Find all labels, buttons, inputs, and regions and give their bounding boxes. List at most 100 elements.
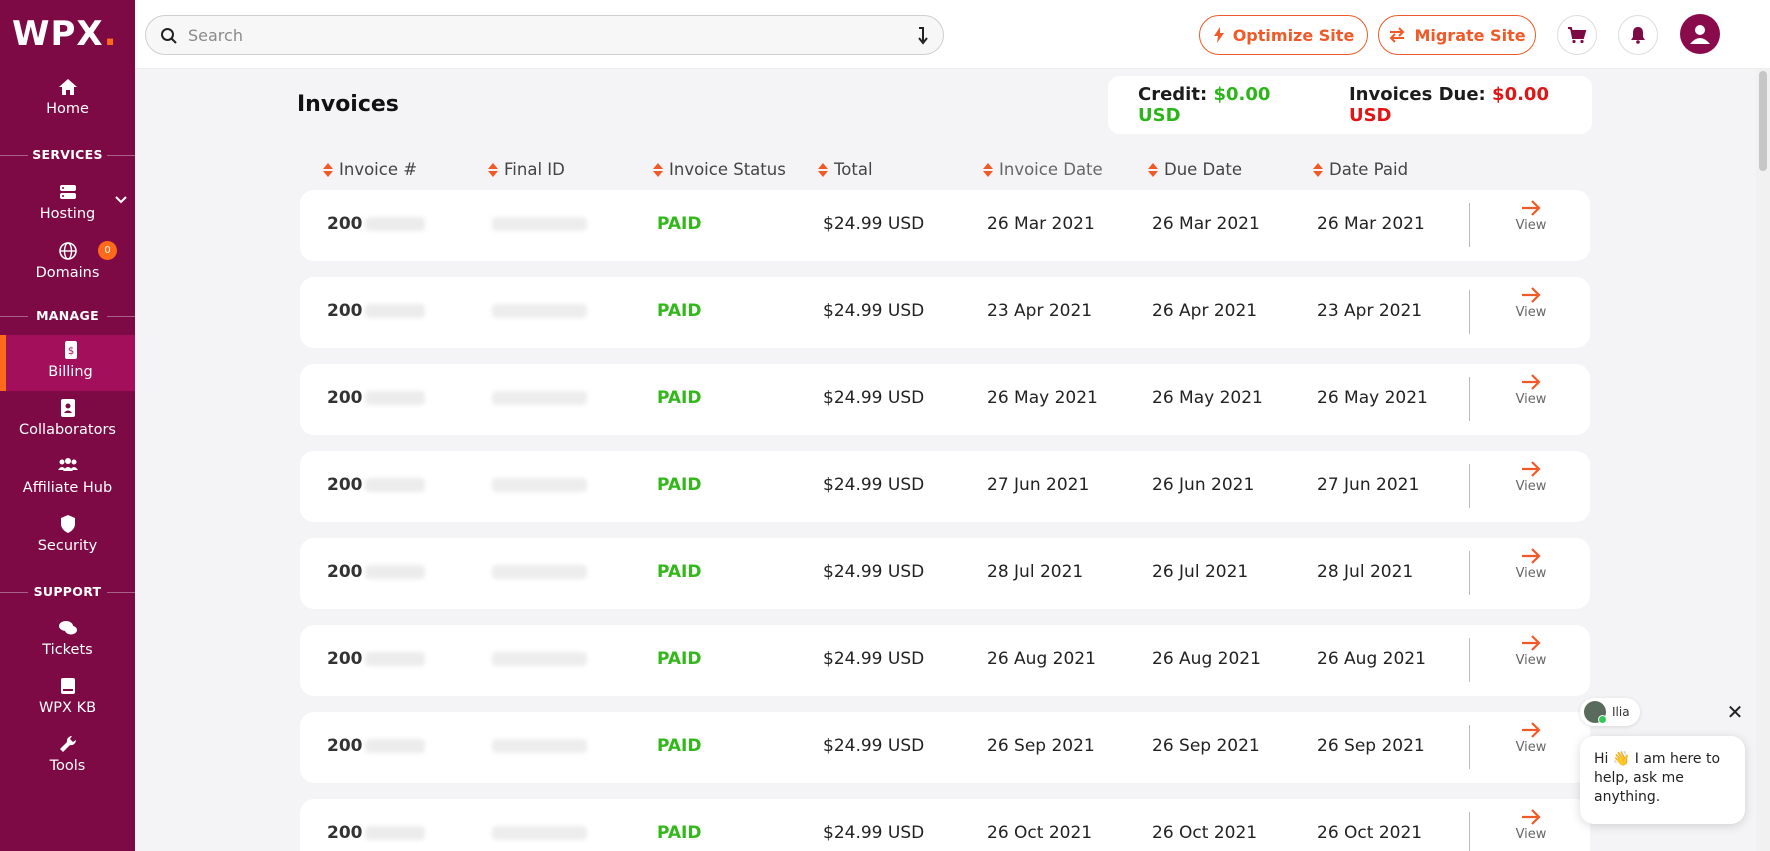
invoice-date-cell: 26 Sep 2021 [987, 736, 1095, 756]
final-id [492, 301, 587, 321]
column-header-invoice-date[interactable]: Invoice Date [983, 160, 1103, 179]
date-paid-cell: 26 Mar 2021 [1317, 214, 1425, 234]
column-header-final-id[interactable]: Final ID [488, 160, 565, 179]
swap-arrows-icon [1390, 27, 1405, 43]
divider [1469, 812, 1470, 851]
chat-message-bubble[interactable]: Hi 👋 I am here to help, ask me anything. [1580, 736, 1745, 824]
column-header-invoice-number[interactable]: Invoice # [323, 160, 417, 179]
column-header-date-paid[interactable]: Date Paid [1313, 160, 1408, 179]
status-badge: PAID [657, 649, 702, 669]
sidebar-item-label: Tools [49, 758, 86, 774]
view-invoice-button[interactable]: View [1509, 809, 1553, 842]
close-icon[interactable]: ✕ [1723, 700, 1747, 724]
sidebar-item-billing[interactable]: $ Billing [0, 335, 135, 391]
view-invoice-button[interactable]: View [1509, 635, 1553, 668]
column-header-invoice-status[interactable]: Invoice Status [653, 160, 786, 179]
cart-button[interactable] [1557, 15, 1597, 55]
sidebar-item-affiliate-hub[interactable]: Affiliate Hub [0, 456, 135, 496]
agent-name: Ilia [1612, 705, 1630, 719]
chat-bubbles-icon [58, 621, 77, 635]
sort-icon [983, 162, 993, 177]
server-icon [59, 185, 76, 199]
view-invoice-button[interactable]: View [1509, 461, 1553, 494]
sort-icon [818, 162, 828, 177]
arrow-right-icon [1522, 809, 1541, 825]
section-services: SERVICES [0, 147, 135, 162]
wrench-icon [59, 735, 76, 752]
date-paid-cell: 26 Aug 2021 [1317, 649, 1426, 669]
home-icon [58, 79, 77, 95]
total-cell: $24.99 USD [823, 736, 925, 756]
sidebar-item-tickets[interactable]: Tickets [0, 618, 135, 658]
optimize-site-button[interactable]: Optimize Site [1199, 15, 1368, 55]
total-cell: $24.99 USD [823, 214, 925, 234]
invoice-date-cell: 23 Apr 2021 [987, 301, 1093, 321]
final-id [492, 823, 587, 843]
invoice-date-cell: 26 Mar 2021 [987, 214, 1095, 234]
sidebar-item-label: WPX KB [38, 700, 97, 716]
view-invoice-button[interactable]: View [1509, 287, 1553, 320]
sidebar-item-security[interactable]: Security [0, 514, 135, 554]
invoices-due-label: Invoices Due: [1348, 84, 1486, 105]
final-id [492, 562, 587, 582]
divider [1469, 377, 1470, 421]
sidebar-item-wpx-kb[interactable]: WPX KB [0, 676, 135, 716]
user-icon [1690, 25, 1710, 44]
sidebar-item-hosting[interactable]: Hosting [0, 182, 135, 222]
sidebar-item-domains[interactable]: Domains 0 [0, 241, 135, 281]
sort-icon [1148, 162, 1158, 177]
sidebar-item-label: Home [46, 101, 89, 117]
date-paid-cell: 26 Oct 2021 [1317, 823, 1423, 843]
status-badge: PAID [657, 823, 702, 843]
sidebar-item-collaborators[interactable]: Collaborators [0, 398, 135, 438]
final-id [492, 736, 587, 756]
view-invoice-button[interactable]: View [1509, 200, 1553, 233]
sidebar-item-tools[interactable]: Tools [0, 734, 135, 774]
view-invoice-button[interactable]: View [1509, 722, 1553, 755]
migrate-site-button[interactable]: Migrate Site [1378, 15, 1536, 55]
final-id [492, 649, 587, 669]
scrollbar[interactable] [1756, 69, 1770, 851]
invoice-date-cell: 27 Jun 2021 [987, 475, 1090, 495]
column-header-due-date[interactable]: Due Date [1148, 160, 1242, 179]
table-row: 200 PAID $24.99 USD 28 Jul 2021 26 Jul 2… [300, 538, 1590, 609]
divider [1469, 551, 1470, 595]
final-id [492, 214, 587, 234]
invoice-number: 200 [327, 823, 425, 843]
invoice-number: 200 [327, 649, 425, 669]
chat-agent-pill[interactable]: Ilia [1580, 698, 1640, 726]
date-paid-cell: 26 Sep 2021 [1317, 736, 1425, 756]
view-invoice-button[interactable]: View [1509, 374, 1553, 407]
status-badge: PAID [657, 301, 702, 321]
table-row: 200 PAID $24.99 USD 26 Aug 2021 26 Aug 2… [300, 625, 1590, 696]
final-id [492, 388, 587, 408]
notifications-button[interactable] [1618, 15, 1658, 55]
user-avatar-button[interactable] [1680, 14, 1720, 54]
top-bar: Optimize Site Migrate Site [135, 0, 1770, 69]
search-input[interactable] [188, 24, 888, 46]
divider [1469, 290, 1470, 334]
total-cell: $24.99 USD [823, 823, 925, 843]
total-cell: $24.99 USD [823, 649, 925, 669]
sidebar-item-home[interactable]: Home [0, 77, 135, 117]
table-row: 200 PAID $24.99 USD 26 May 2021 26 May 2… [300, 364, 1590, 435]
divider [1469, 464, 1470, 508]
chat-message-text: Hi 👋 I am here to help, ask me anything. [1594, 751, 1721, 805]
view-invoice-button[interactable]: View [1509, 548, 1553, 581]
sidebar-item-label: Security [37, 538, 98, 554]
wpx-logo[interactable]: WPX. [12, 14, 118, 54]
invoice-date-cell: 26 Aug 2021 [987, 649, 1096, 669]
scrollbar-thumb[interactable] [1759, 71, 1767, 171]
arrow-right-icon [1522, 287, 1541, 303]
arrow-right-icon [1522, 374, 1541, 390]
arrow-right-icon [1522, 635, 1541, 651]
logo-dot: . [103, 14, 118, 54]
shield-icon [60, 515, 75, 533]
invoice-number: 200 [327, 301, 425, 321]
logo-text: WPX [12, 14, 104, 54]
arrow-down-icon[interactable] [915, 26, 929, 46]
column-header-total[interactable]: Total [818, 160, 873, 179]
due-date-cell: 26 May 2021 [1152, 388, 1263, 408]
chevron-down-icon[interactable] [115, 196, 127, 204]
arrow-right-icon [1522, 461, 1541, 477]
